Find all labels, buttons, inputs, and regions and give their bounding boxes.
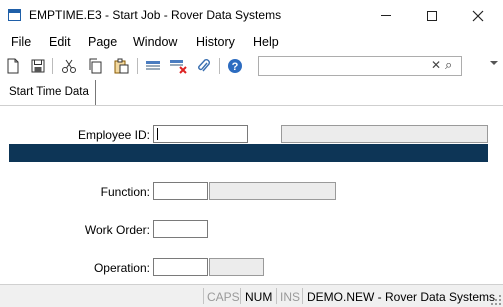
employee-name-field — [281, 125, 488, 143]
insert-mode-indicator: INS — [280, 290, 301, 304]
function-field[interactable] — [153, 182, 208, 200]
status-bar: CAPS NUM INS DEMO.NEW - Rover Data Syste… — [0, 284, 503, 307]
tab-start-time-data[interactable]: Start Time Data — [3, 80, 96, 105]
search-icon[interactable]: ⌕ — [445, 57, 452, 73]
copy-icon[interactable] — [86, 57, 104, 75]
tab-strip: Start Time Data — [0, 79, 503, 106]
menu-file[interactable]: File — [11, 35, 31, 49]
clear-icon[interactable]: ✕ — [431, 58, 441, 72]
num-lock-indicator: NUM — [245, 290, 273, 304]
new-document-icon[interactable] — [4, 57, 22, 75]
maximize-icon — [427, 10, 437, 21]
resize-grip-icon[interactable] — [491, 295, 501, 305]
operation-label: Operation: — [93, 261, 150, 275]
work-order-field[interactable] — [153, 220, 208, 238]
menu-history[interactable]: History — [196, 35, 235, 49]
minimize-icon — [381, 15, 391, 16]
toolbar-separator — [52, 58, 53, 74]
function-label: Function: — [100, 185, 150, 199]
app-window-icon — [8, 9, 21, 21]
function-description-field — [209, 182, 336, 200]
section-divider-band — [9, 144, 488, 162]
title-bar: EMPTIME.E3 - Start Job - Rover Data Syst… — [0, 0, 503, 31]
paste-icon[interactable] — [112, 57, 130, 75]
close-button[interactable] — [455, 0, 501, 31]
toolbar-separator — [219, 58, 220, 74]
minimize-button[interactable] — [363, 0, 409, 31]
maximize-button[interactable] — [409, 0, 455, 31]
employee-id-label: Employee ID: — [77, 128, 150, 142]
save-icon[interactable] — [29, 57, 47, 75]
close-icon — [472, 10, 484, 21]
window-title: EMPTIME.E3 - Start Job - Rover Data Syst… — [29, 8, 282, 22]
menu-edit[interactable]: Edit — [49, 35, 71, 49]
svg-text:?: ? — [232, 61, 239, 73]
work-order-label: Work Order: — [84, 223, 150, 237]
toolbar-overflow-chevron-down-icon[interactable] — [490, 61, 498, 65]
caps-lock-indicator: CAPS — [207, 290, 240, 304]
menu-window[interactable]: Window — [133, 35, 177, 49]
delete-row-icon[interactable] — [169, 57, 187, 75]
menu-bar: File Edit Page Window History Help — [0, 31, 503, 53]
account-status: DEMO.NEW - Rover Data Systems — [307, 290, 496, 304]
status-separator — [240, 288, 241, 304]
employee-id-field[interactable] — [153, 125, 248, 143]
status-separator — [276, 288, 277, 304]
attach-icon[interactable] — [195, 57, 213, 75]
toolbar-separator — [137, 58, 138, 74]
menu-page[interactable]: Page — [88, 35, 117, 49]
status-separator — [302, 288, 303, 304]
help-icon[interactable]: ? — [226, 57, 244, 75]
insert-row-icon[interactable] — [144, 57, 162, 75]
status-separator — [203, 288, 204, 304]
menu-help[interactable]: Help — [253, 35, 279, 49]
cut-icon[interactable] — [60, 57, 78, 75]
form-panel: Employee ID: Function: Work Order: Opera… — [0, 106, 503, 284]
text-caret — [157, 128, 158, 140]
toolbar-search-input[interactable]: ✕ ⌕ — [258, 56, 462, 76]
operation-field[interactable] — [153, 258, 208, 276]
operation-description-field — [209, 258, 264, 276]
